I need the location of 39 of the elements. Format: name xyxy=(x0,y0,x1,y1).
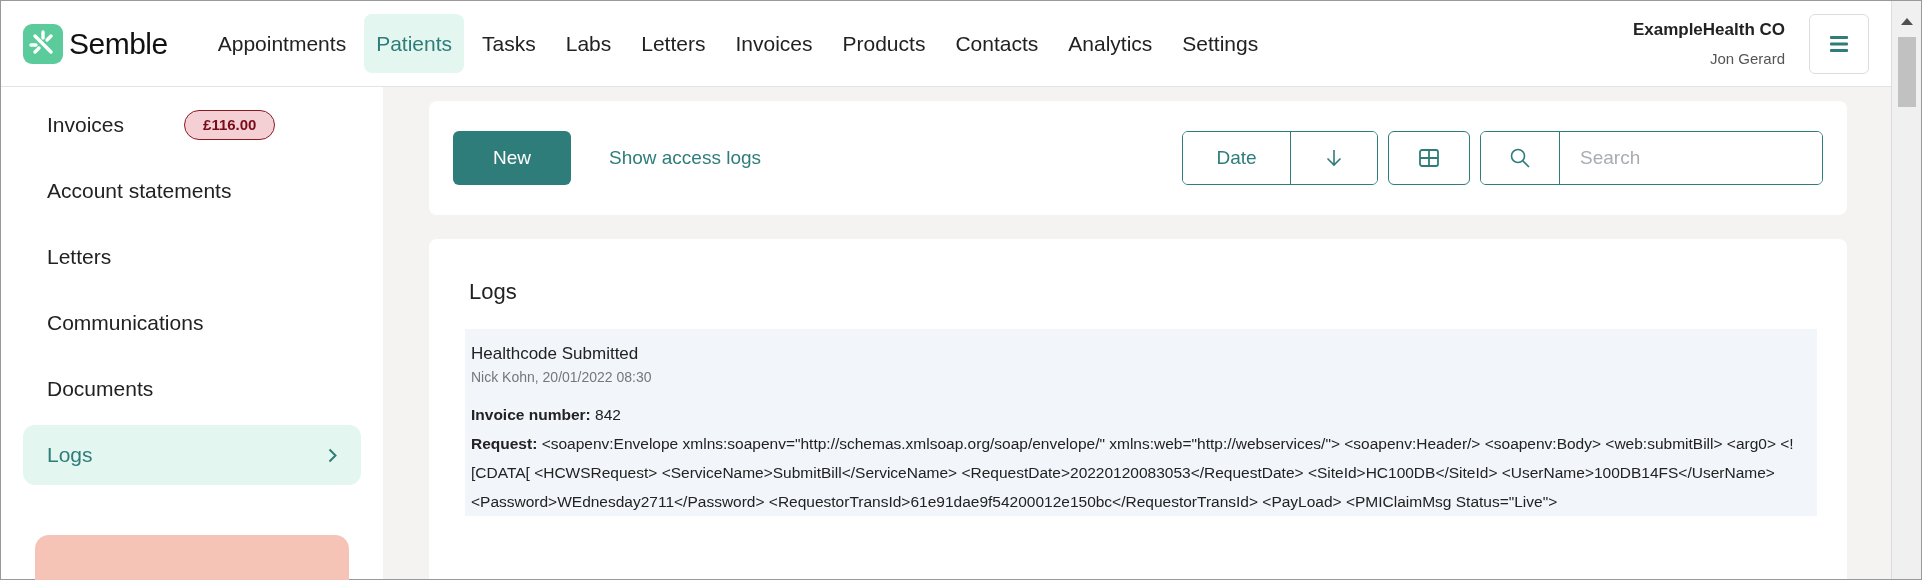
search-button[interactable] xyxy=(1481,132,1560,184)
chevron-right-icon xyxy=(328,447,337,463)
nav-tab[interactable]: Products xyxy=(830,13,938,74)
brand-name: Semble xyxy=(69,26,168,62)
log-detail: Request: <soapenv:Envelope xmlns:soapenv="http://schemas.xmlsoap.org/soap/envelope/" xmlns:web="http://webservices/"> <soapenv:Header/> <soapenv:Body> <web:submitBill> <arg0> <![CDATA[ <HCWSRequest> <ServiceName>SubmitBill</ServiceName> <RequestDate>20220120083053</RequestDate> <SiteId>HC100DB</SiteId> <UserName>100DB14FS</UserName> <Password>WEdnesday2711</Password> <RequestorTransId>61e91dae9f54200012e150bc</RequestorTransId> <PayLoad> <PMIClaimMsg Status="Live"> xyxy=(471,433,1795,512)
search-icon xyxy=(1510,148,1530,168)
sidebar-item[interactable]: Account statements xyxy=(23,161,361,221)
menu-button[interactable] xyxy=(1809,13,1869,74)
search-field[interactable]: Search xyxy=(1480,131,1823,185)
sort-field-button[interactable]: Date xyxy=(1183,132,1291,184)
sidebar-item[interactable]: Documents xyxy=(23,359,361,419)
new-button[interactable]: New xyxy=(453,131,571,185)
grid-icon xyxy=(1419,149,1439,167)
user-name: Jon Gerard xyxy=(1708,49,1785,69)
nav-tab[interactable]: Analytics xyxy=(1056,13,1165,74)
sidebar-item[interactable]: Letters xyxy=(23,227,361,287)
amount-badge: £116.00 xyxy=(184,109,276,141)
nav-tab[interactable]: Contacts xyxy=(943,13,1051,74)
sidebar-item[interactable]: Logs xyxy=(23,425,361,485)
sidebar-item[interactable]: Invoices £116.00 xyxy=(23,95,361,155)
logs-heading: Logs xyxy=(469,279,518,306)
log-detail: Invoice number: 842 xyxy=(471,404,622,425)
nav-tab[interactable]: Letters xyxy=(629,13,718,74)
nav-tab[interactable]: Patients xyxy=(364,13,465,74)
organisation-name: ExampleHealth CO xyxy=(1632,18,1785,41)
nav-tab[interactable]: Labs xyxy=(553,13,624,74)
menu-icon xyxy=(1830,35,1848,52)
scroll-up-icon[interactable] xyxy=(1900,17,1913,25)
grid-view-button[interactable] xyxy=(1388,131,1470,185)
nav-tab[interactable]: Appointments xyxy=(205,13,359,74)
nav-tab[interactable]: Settings xyxy=(1170,13,1271,74)
access-logs-link[interactable]: Show access logs xyxy=(609,143,762,173)
nav-tab[interactable]: Invoices xyxy=(723,13,825,74)
scrollbar-thumb[interactable] xyxy=(1897,37,1916,107)
log-title: Healthcode Submitted xyxy=(471,343,640,366)
sidebar-item[interactable]: Communications xyxy=(23,293,361,353)
arrow-down-icon xyxy=(1326,149,1342,167)
log-meta: Nick Kohn, 20/01/2022 08:30 xyxy=(471,367,653,387)
nav-tab[interactable]: Tasks xyxy=(470,13,548,74)
